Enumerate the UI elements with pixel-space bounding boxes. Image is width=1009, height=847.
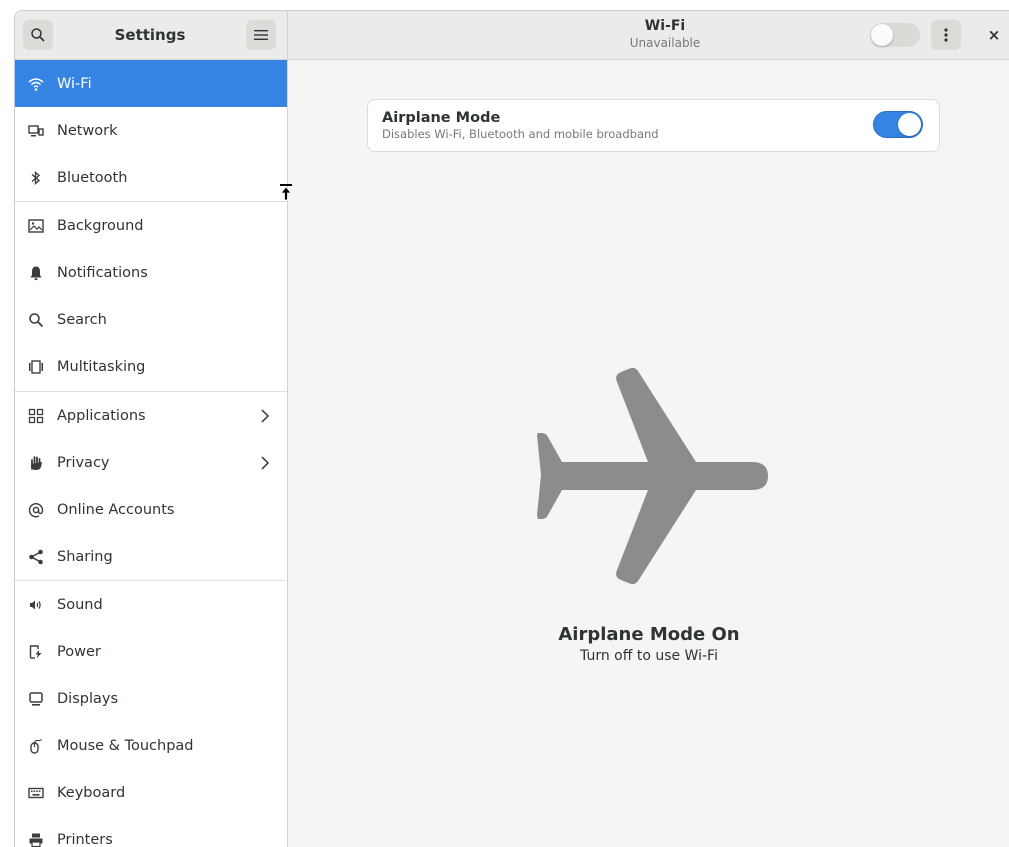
airplane-mode-description: Disables Wi-Fi, Bluetooth and mobile bro… xyxy=(382,127,659,141)
close-button[interactable]: × xyxy=(982,22,1006,48)
sidebar-item-label: Printers xyxy=(57,830,113,847)
sidebar-item-background[interactable]: Background xyxy=(15,202,287,249)
airplane-icon xyxy=(536,358,768,590)
share-icon xyxy=(27,548,45,566)
app-title: Settings xyxy=(75,11,225,59)
sidebar: Wi-Fi Network Bluetooth xyxy=(15,60,288,847)
sidebar-item-network[interactable]: Network xyxy=(15,107,287,154)
sidebar-item-label: Search xyxy=(57,310,107,330)
toggle-knob xyxy=(871,24,893,46)
bluetooth-icon xyxy=(27,169,45,187)
search-icon xyxy=(27,311,45,329)
hamburger-icon xyxy=(254,29,268,41)
wifi-icon xyxy=(27,75,45,93)
status-subtitle: Turn off to use Wi-Fi xyxy=(288,647,1009,665)
sidebar-item-printers[interactable]: Printers xyxy=(15,816,287,847)
page-title: Wi-Fi xyxy=(545,18,785,35)
applications-icon xyxy=(27,407,45,425)
sidebar-item-label: Online Accounts xyxy=(57,500,174,520)
sidebar-item-label: Power xyxy=(57,642,101,662)
sidebar-item-label: Mouse & Touchpad xyxy=(57,736,193,756)
sidebar-item-label: Bluetooth xyxy=(57,168,127,188)
sidebar-item-label: Sharing xyxy=(57,547,113,567)
sidebar-item-label: Multitasking xyxy=(57,357,145,377)
at-icon xyxy=(27,501,45,519)
search-icon xyxy=(30,27,46,43)
wifi-toggle[interactable] xyxy=(870,23,920,47)
toggle-knob xyxy=(898,113,921,136)
page-subtitle: Unavailable xyxy=(545,36,785,51)
sidebar-item-label: Applications xyxy=(57,406,146,426)
sidebar-item-privacy[interactable]: Privacy xyxy=(15,439,287,486)
resize-cursor-icon xyxy=(279,183,293,203)
more-options-button[interactable] xyxy=(931,20,961,50)
airplane-mode-switch[interactable] xyxy=(873,111,923,138)
sidebar-item-sound[interactable]: Sound xyxy=(15,581,287,628)
vertical-dots-icon xyxy=(944,28,948,42)
sidebar-item-wifi[interactable]: Wi-Fi xyxy=(15,60,287,107)
airplane-mode-row[interactable]: Airplane Mode Disables Wi-Fi, Bluetooth … xyxy=(367,99,940,152)
sidebar-item-power[interactable]: Power xyxy=(15,628,287,675)
sidebar-item-displays[interactable]: Displays xyxy=(15,675,287,722)
sidebar-item-online-accounts[interactable]: Online Accounts xyxy=(15,486,287,533)
header-bar: Settings Wi-Fi Unavailable × xyxy=(15,11,1009,60)
sidebar-item-keyboard[interactable]: Keyboard xyxy=(15,769,287,816)
sidebar-header: Settings xyxy=(15,11,288,59)
search-button[interactable] xyxy=(23,20,53,50)
sidebar-item-label: Wi-Fi xyxy=(57,74,92,94)
sidebar-item-search[interactable]: Search xyxy=(15,296,287,343)
multitasking-icon xyxy=(27,358,45,376)
sidebar-item-bluetooth[interactable]: Bluetooth xyxy=(15,154,287,201)
sidebar-item-label: Sound xyxy=(57,595,103,615)
chevron-right-icon xyxy=(259,455,271,471)
display-icon xyxy=(27,690,45,708)
sidebar-item-label: Displays xyxy=(57,689,118,709)
network-icon xyxy=(27,122,45,140)
sidebar-item-label: Network xyxy=(57,121,118,141)
airplane-mode-title: Airplane Mode xyxy=(382,110,500,127)
sidebar-item-notifications[interactable]: Notifications xyxy=(15,249,287,296)
keyboard-icon xyxy=(27,784,45,802)
settings-window: Settings Wi-Fi Unavailable × xyxy=(14,10,1009,847)
sidebar-item-label: Background xyxy=(57,216,144,236)
chevron-right-icon xyxy=(259,408,271,424)
main-menu-button[interactable] xyxy=(246,20,276,50)
wifi-panel: Airplane Mode Disables Wi-Fi, Bluetooth … xyxy=(288,60,1009,847)
status-title: Airplane Mode On xyxy=(288,624,1009,646)
sidebar-item-multitasking[interactable]: Multitasking xyxy=(15,343,287,390)
sidebar-item-applications[interactable]: Applications xyxy=(15,392,287,439)
printer-icon xyxy=(27,831,45,847)
bell-icon xyxy=(27,264,45,282)
power-icon xyxy=(27,643,45,661)
sidebar-item-sharing[interactable]: Sharing xyxy=(15,533,287,580)
sidebar-item-label: Notifications xyxy=(57,263,148,283)
speaker-icon xyxy=(27,596,45,614)
hand-icon xyxy=(27,454,45,472)
sidebar-item-label: Privacy xyxy=(57,453,110,473)
sidebar-item-label: Keyboard xyxy=(57,783,125,803)
mouse-icon xyxy=(27,737,45,755)
sidebar-item-mouse-touchpad[interactable]: Mouse & Touchpad xyxy=(15,722,287,769)
background-icon xyxy=(27,217,45,235)
